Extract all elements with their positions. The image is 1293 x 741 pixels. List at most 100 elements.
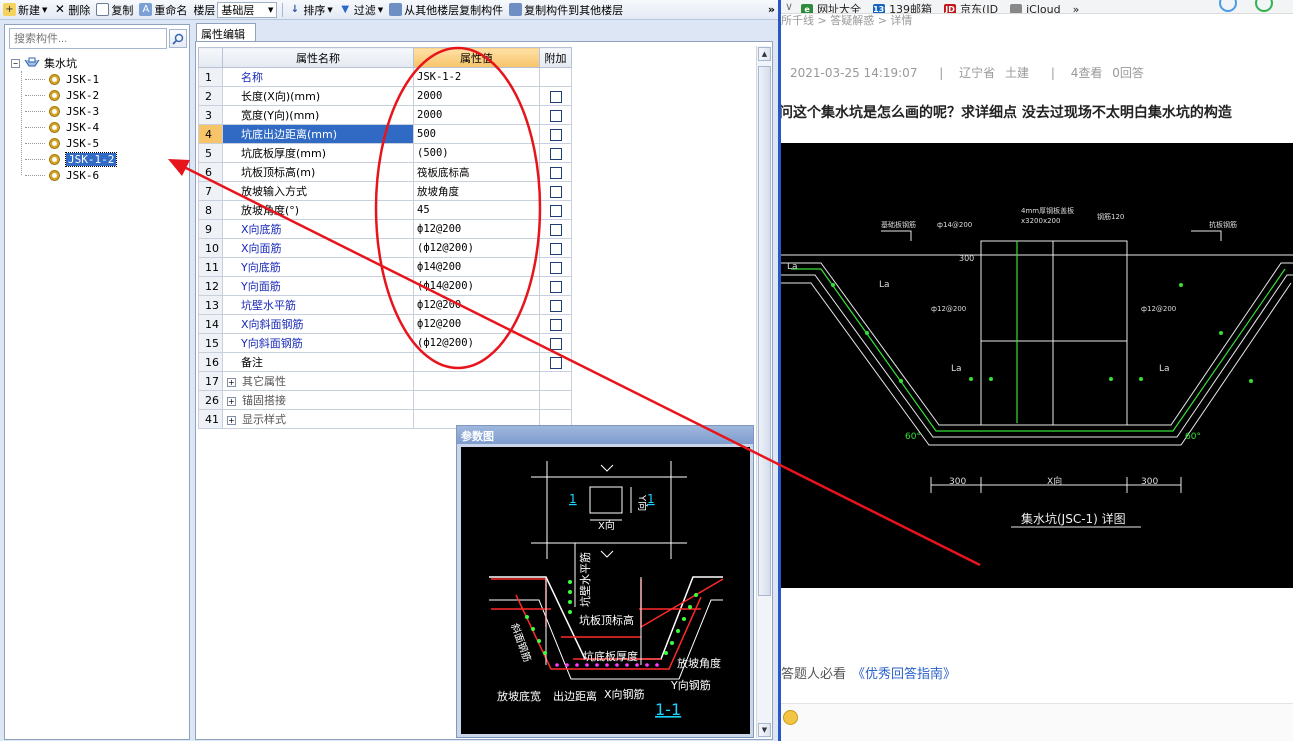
- property-value[interactable]: 500: [413, 124, 540, 144]
- table-row[interactable]: 6 坑板顶标高(m) 筏板底标高: [198, 162, 572, 182]
- property-group[interactable]: + 锚固搭接: [222, 390, 414, 410]
- property-value[interactable]: [413, 352, 540, 372]
- table-row[interactable]: 8 放坡角度(°) 45: [198, 200, 572, 220]
- bookmark-jd[interactable]: JD 京东(JD: [944, 4, 998, 13]
- table-row-group[interactable]: 26 + 锚固搭接: [198, 390, 572, 410]
- parameter-window-title[interactable]: 参数图: [457, 426, 753, 444]
- expand-icon[interactable]: +: [227, 377, 236, 387]
- property-value[interactable]: ф12@200: [413, 314, 540, 334]
- bookmark-site-nav[interactable]: e 网址大全: [801, 4, 861, 13]
- tree-item-label: JSK-3: [66, 104, 100, 118]
- table-row[interactable]: 7 放坡输入方式 放坡角度: [198, 181, 572, 201]
- answer-guide-link[interactable]: 《优秀回答指南》: [852, 667, 956, 682]
- table-row[interactable]: 14 X向斜面钢筋 ф12@200: [198, 314, 572, 334]
- property-group[interactable]: + 显示样式: [222, 409, 414, 429]
- extra-checkbox[interactable]: [549, 90, 562, 103]
- floor-select[interactable]: 基础层 ▼: [217, 1, 278, 18]
- table-row-group[interactable]: 17 + 其它属性: [198, 371, 572, 391]
- sort-button[interactable]: ↓ 排序 ▼: [285, 1, 335, 19]
- toolbar-circle-button[interactable]: [1219, 0, 1237, 12]
- table-row[interactable]: 4 坑底出边距离(mm) 500: [198, 124, 572, 144]
- extra-checkbox[interactable]: [549, 166, 562, 179]
- copy-button[interactable]: 复制: [93, 1, 136, 19]
- property-value[interactable]: (ф12@200): [413, 333, 540, 353]
- tree-item-jsk-4[interactable]: JSK-4: [11, 119, 187, 135]
- extra-checkbox[interactable]: [549, 242, 562, 255]
- extra-checkbox[interactable]: [549, 185, 562, 198]
- property-value: [413, 390, 540, 410]
- property-value[interactable]: (ф12@200): [413, 238, 540, 258]
- property-value[interactable]: JSK-1-2: [413, 67, 540, 87]
- property-value[interactable]: 筏板底标高: [413, 162, 540, 182]
- table-row[interactable]: 2 长度(X向)(mm) 2000: [198, 86, 572, 106]
- table-row[interactable]: 13 坑壁水平筋 ф12@200: [198, 295, 572, 315]
- tree-item-jsk-5[interactable]: JSK-5: [11, 135, 187, 151]
- property-value[interactable]: (500): [413, 143, 540, 163]
- extra-checkbox[interactable]: [549, 280, 562, 293]
- collapse-icon[interactable]: −: [11, 58, 20, 68]
- cad-detail-drawing: La La La La 60° 60° 300 X向 300 300 4mm厚钢…: [781, 143, 1293, 588]
- extra-checkbox[interactable]: [549, 299, 562, 312]
- extra-checkbox[interactable]: [549, 337, 562, 350]
- scroll-up-arrow[interactable]: ▲: [758, 47, 771, 61]
- tree-item-jsk-1-2[interactable]: JSK-1-2: [11, 151, 187, 167]
- property-value[interactable]: 45: [413, 200, 540, 220]
- property-value[interactable]: 2000: [413, 86, 540, 106]
- extra-checkbox[interactable]: [549, 147, 562, 160]
- copy-from-floor-button[interactable]: 从其他楼层复制构件: [386, 1, 506, 19]
- delete-button[interactable]: ✕ 删除: [50, 1, 93, 19]
- expand-icon[interactable]: +: [227, 415, 236, 425]
- extra-checkbox[interactable]: [549, 128, 562, 141]
- bookmark-139-mail[interactable]: 139 139邮箱: [873, 4, 932, 13]
- extra-checkbox[interactable]: [549, 318, 562, 331]
- bookmark-overflow[interactable]: »: [1073, 4, 1080, 14]
- table-row[interactable]: 3 宽度(Y向)(mm) 2000: [198, 105, 572, 125]
- property-value[interactable]: ф12@200: [413, 295, 540, 315]
- rename-button[interactable]: A 重命名: [136, 1, 190, 19]
- extra-checkbox[interactable]: [549, 261, 562, 274]
- table-row[interactable]: 9 X向底筋 ф12@200: [198, 219, 572, 239]
- component-tree: − 集水坑 JSK-1 JSK-2 JSK-3 JSK-4 JSK-5 JSK-…: [11, 55, 187, 183]
- table-row[interactable]: 15 Y向斜面钢筋 (ф12@200): [198, 333, 572, 353]
- expand-icon[interactable]: +: [227, 396, 236, 406]
- tree-item-jsk-1[interactable]: JSK-1: [11, 71, 187, 87]
- scroll-down-arrow[interactable]: ▼: [758, 723, 771, 737]
- emoji-icon[interactable]: [783, 710, 798, 725]
- tree-item-jsk-2[interactable]: JSK-2: [11, 87, 187, 103]
- property-value[interactable]: 2000: [413, 105, 540, 125]
- tree-item-jsk-3[interactable]: JSK-3: [11, 103, 187, 119]
- property-value[interactable]: ф12@200: [413, 219, 540, 239]
- cad-note-cover: 4mm厚钢板盖板: [1021, 206, 1074, 215]
- row-number: 13: [198, 295, 223, 315]
- toolbar-circle-button-green[interactable]: [1255, 0, 1273, 12]
- table-row[interactable]: 11 Y向底筋 ф14@200: [198, 257, 572, 277]
- property-group[interactable]: + 其它属性: [222, 371, 414, 391]
- bookmark-icloud[interactable]: iCloud: [1010, 4, 1061, 13]
- extra-checkbox[interactable]: [549, 223, 562, 236]
- table-row[interactable]: 16 备注: [198, 352, 572, 372]
- tab-property-edit[interactable]: 属性编辑: [196, 23, 256, 41]
- cad-la-right: La: [1159, 364, 1170, 374]
- tree-item-jsk-6[interactable]: JSK-6: [11, 167, 187, 183]
- table-row[interactable]: 10 X向面筋 (ф12@200): [198, 238, 572, 258]
- property-value[interactable]: ф14@200: [413, 257, 540, 277]
- table-row[interactable]: 1 名称 JSK-1-2: [198, 67, 572, 87]
- extra-checkbox[interactable]: [549, 204, 562, 217]
- property-value[interactable]: (ф14@200): [413, 276, 540, 296]
- property-value[interactable]: 放坡角度: [413, 181, 540, 201]
- tree-root[interactable]: − 集水坑: [11, 55, 187, 71]
- vertical-scrollbar[interactable]: ▲ ▼: [756, 46, 771, 738]
- search-input[interactable]: [9, 28, 167, 49]
- table-row[interactable]: 12 Y向面筋 (ф14@200): [198, 276, 572, 296]
- new-button[interactable]: + 新建 ▼: [0, 1, 50, 19]
- row-number: 5: [198, 143, 223, 163]
- extra-checkbox[interactable]: [549, 109, 562, 122]
- search-button[interactable]: [169, 29, 187, 48]
- extra-checkbox[interactable]: [549, 356, 562, 369]
- toolbar-overflow-button[interactable]: »: [765, 1, 778, 19]
- table-row[interactable]: 5 坑底板厚度(mm) (500): [198, 143, 572, 163]
- copy-to-floor-button[interactable]: 复制构件到其他楼层: [506, 1, 626, 19]
- filter-button[interactable]: ▼ 过滤 ▼: [336, 1, 386, 19]
- scroll-thumb[interactable]: [758, 66, 771, 596]
- column-header-num: [198, 47, 223, 68]
